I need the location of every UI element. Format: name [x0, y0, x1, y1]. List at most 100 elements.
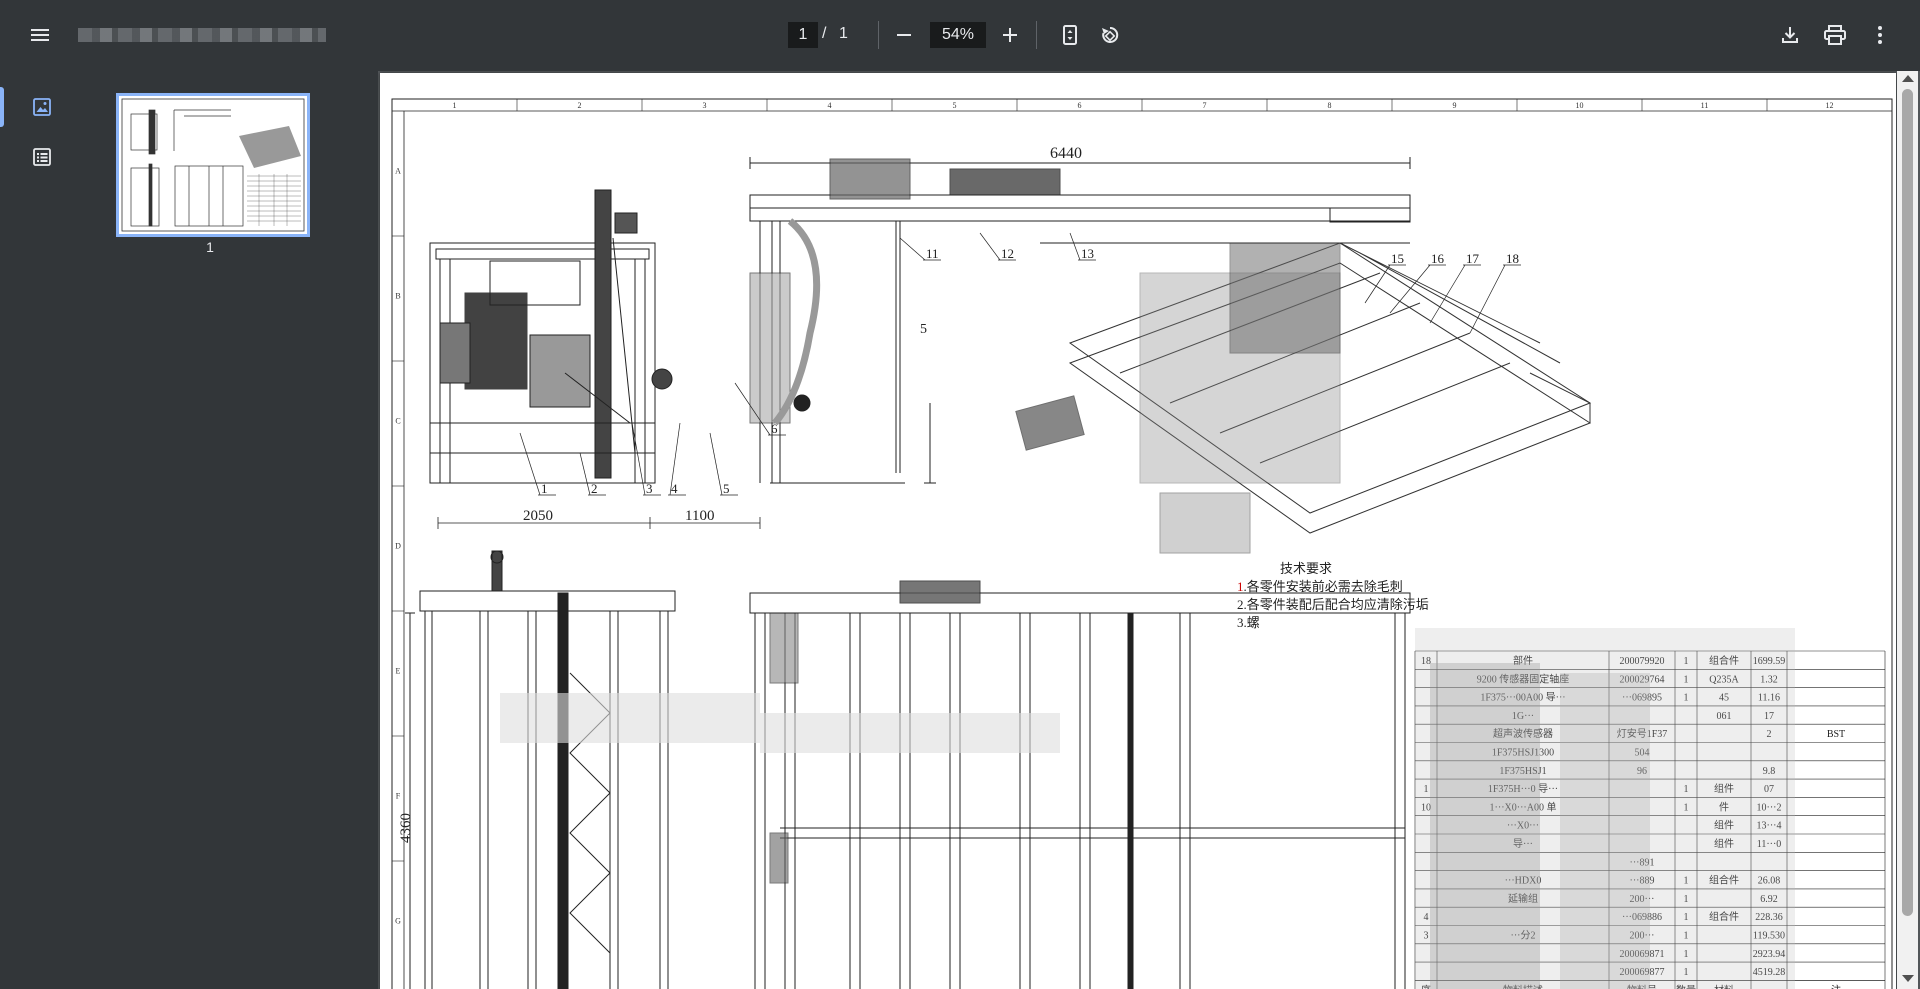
page-number-input[interactable]: [788, 22, 818, 48]
balloon-leader: [579, 452, 591, 496]
dim-mid-width: 1100: [685, 508, 714, 524]
balloon-number: 2: [591, 481, 598, 496]
part-balloons: 1 2 3 4 5611 12 13 15 16 17 18: [519, 232, 1521, 496]
technical-notes: 技术要求 1.各零件安装前必需去除毛刺 2.各零件装配后配合均应清除污垢 3.螺: [1237, 561, 1429, 630]
document-title: [78, 24, 326, 46]
balloon-number: 1: [541, 481, 548, 496]
balloon-number: 11: [926, 246, 939, 261]
dim-height: 4360: [398, 813, 414, 843]
balloon-number: 6: [771, 421, 778, 436]
printer-icon: [1824, 25, 1846, 45]
column-label: 12: [1826, 101, 1834, 110]
hamburger-menu-icon: [31, 29, 49, 41]
balloon-leader: [1389, 264, 1431, 314]
column-label: 11: [1701, 101, 1709, 110]
column-label: 4: [828, 101, 832, 110]
bom-header-cell: 注: [1831, 983, 1841, 989]
zoom-input[interactable]: [930, 22, 986, 48]
balloon-leader: [1069, 232, 1081, 261]
notes-title: 技术要求: [1280, 561, 1332, 576]
fit-page-icon: [1063, 25, 1077, 45]
bottom-middle-view: [749, 580, 1411, 989]
zoom-out-button[interactable]: [884, 15, 924, 55]
balloon-number: 5: [723, 481, 730, 496]
balloon-number: 13: [1081, 246, 1094, 261]
balloon-number: 17: [1466, 251, 1480, 266]
vertical-scrollbar[interactable]: [1897, 71, 1918, 989]
notes-line1: 1.各零件安装前必需去除毛刺: [1237, 579, 1403, 594]
column-label: 6: [1078, 101, 1082, 110]
scrollbar-thumb[interactable]: [1902, 89, 1913, 916]
dim-top-width: 6440: [1050, 145, 1082, 162]
outline-tab[interactable]: [0, 133, 84, 181]
fit-to-page-button[interactable]: [1050, 15, 1090, 55]
notes-line3: 3.螺: [1237, 615, 1260, 630]
row-label: G: [395, 917, 401, 926]
redaction-mosaic: [500, 628, 1795, 989]
column-label: 2: [578, 101, 582, 110]
document-outline-icon: [33, 148, 51, 166]
isometric-view: [1015, 242, 1592, 554]
column-label: 9: [1453, 101, 1457, 110]
column-labels: 1 2 3 4 5 6 7 8 9 10 11 12: [453, 99, 1834, 111]
more-vertical-icon: [1878, 26, 1882, 44]
column-label: 10: [1576, 101, 1584, 110]
rotate-button[interactable]: [1090, 15, 1130, 55]
balloon-number: 12: [1001, 246, 1014, 261]
more-options-button[interactable]: [1860, 15, 1900, 55]
toolbar-divider: [878, 21, 879, 49]
redacted-title-blur: [78, 28, 326, 42]
zoom-in-button[interactable]: [990, 15, 1030, 55]
row-label: E: [396, 667, 401, 676]
row-label: A: [395, 167, 401, 176]
balloon-number: 15: [1391, 251, 1404, 266]
thumbnails-tab[interactable]: [0, 83, 84, 131]
column-label: 1: [453, 101, 457, 110]
obscured-dim: 5: [920, 322, 927, 337]
row-labels: A B C D E F G: [392, 167, 404, 926]
page-separator: /: [822, 25, 827, 42]
pdf-page: 1 2 3 4 5 6 7 8 9 10 11 12 ABCDEFG 2050 …: [380, 73, 1896, 989]
rotate-counterclockwise-icon: [1102, 26, 1119, 43]
toolbar-divider: [1036, 21, 1037, 49]
balloon-number: 18: [1506, 251, 1519, 266]
print-button[interactable]: [1815, 15, 1855, 55]
row-label: C: [395, 417, 400, 426]
thumbnail-page-label: 1: [206, 239, 214, 255]
page-total: 1: [839, 25, 848, 42]
balloon-leader: [899, 237, 926, 261]
image-thumbnail-icon: [33, 98, 51, 116]
balloon-number: 16: [1431, 251, 1445, 266]
minus-icon: [897, 34, 911, 36]
scroll-down-arrow-icon[interactable]: [1902, 975, 1914, 982]
balloon-leader: [709, 432, 723, 496]
plus-icon: [1003, 28, 1017, 42]
row-label: D: [395, 542, 401, 551]
row-label: B: [395, 292, 400, 301]
page-thumbnail-preview: [121, 98, 305, 232]
balloon-leader: [519, 432, 541, 496]
column-label: 3: [703, 101, 707, 110]
balloon-leader: [631, 422, 646, 496]
bottom-left-view: [405, 550, 676, 989]
bom-cell: BST: [1827, 729, 1845, 740]
column-label: 5: [953, 101, 957, 110]
row-label: F: [396, 792, 401, 801]
menu-button[interactable]: [20, 15, 60, 55]
document-viewer[interactable]: 1 2 3 4 5 6 7 8 9 10 11 12 ABCDEFG 2050 …: [378, 71, 1920, 989]
download-icon: [1782, 27, 1798, 43]
balloon-number: 4: [671, 481, 678, 496]
column-label: 8: [1328, 101, 1332, 110]
sidebar: 1: [0, 71, 378, 989]
page-thumbnail[interactable]: [116, 93, 310, 237]
download-button[interactable]: [1770, 15, 1810, 55]
balloon-leader: [979, 232, 1001, 261]
balloon-number: 3: [646, 481, 653, 496]
dim-left-width: 2050: [523, 508, 553, 524]
pdf-toolbar: / 1: [0, 0, 1920, 71]
front-view-top-left: [429, 189, 673, 484]
scroll-up-arrow-icon[interactable]: [1902, 75, 1914, 82]
balloon-leader: [1364, 264, 1391, 304]
column-label: 7: [1203, 101, 1207, 110]
notes-line2: 2.各零件装配后配合均应清除污垢: [1237, 597, 1429, 612]
